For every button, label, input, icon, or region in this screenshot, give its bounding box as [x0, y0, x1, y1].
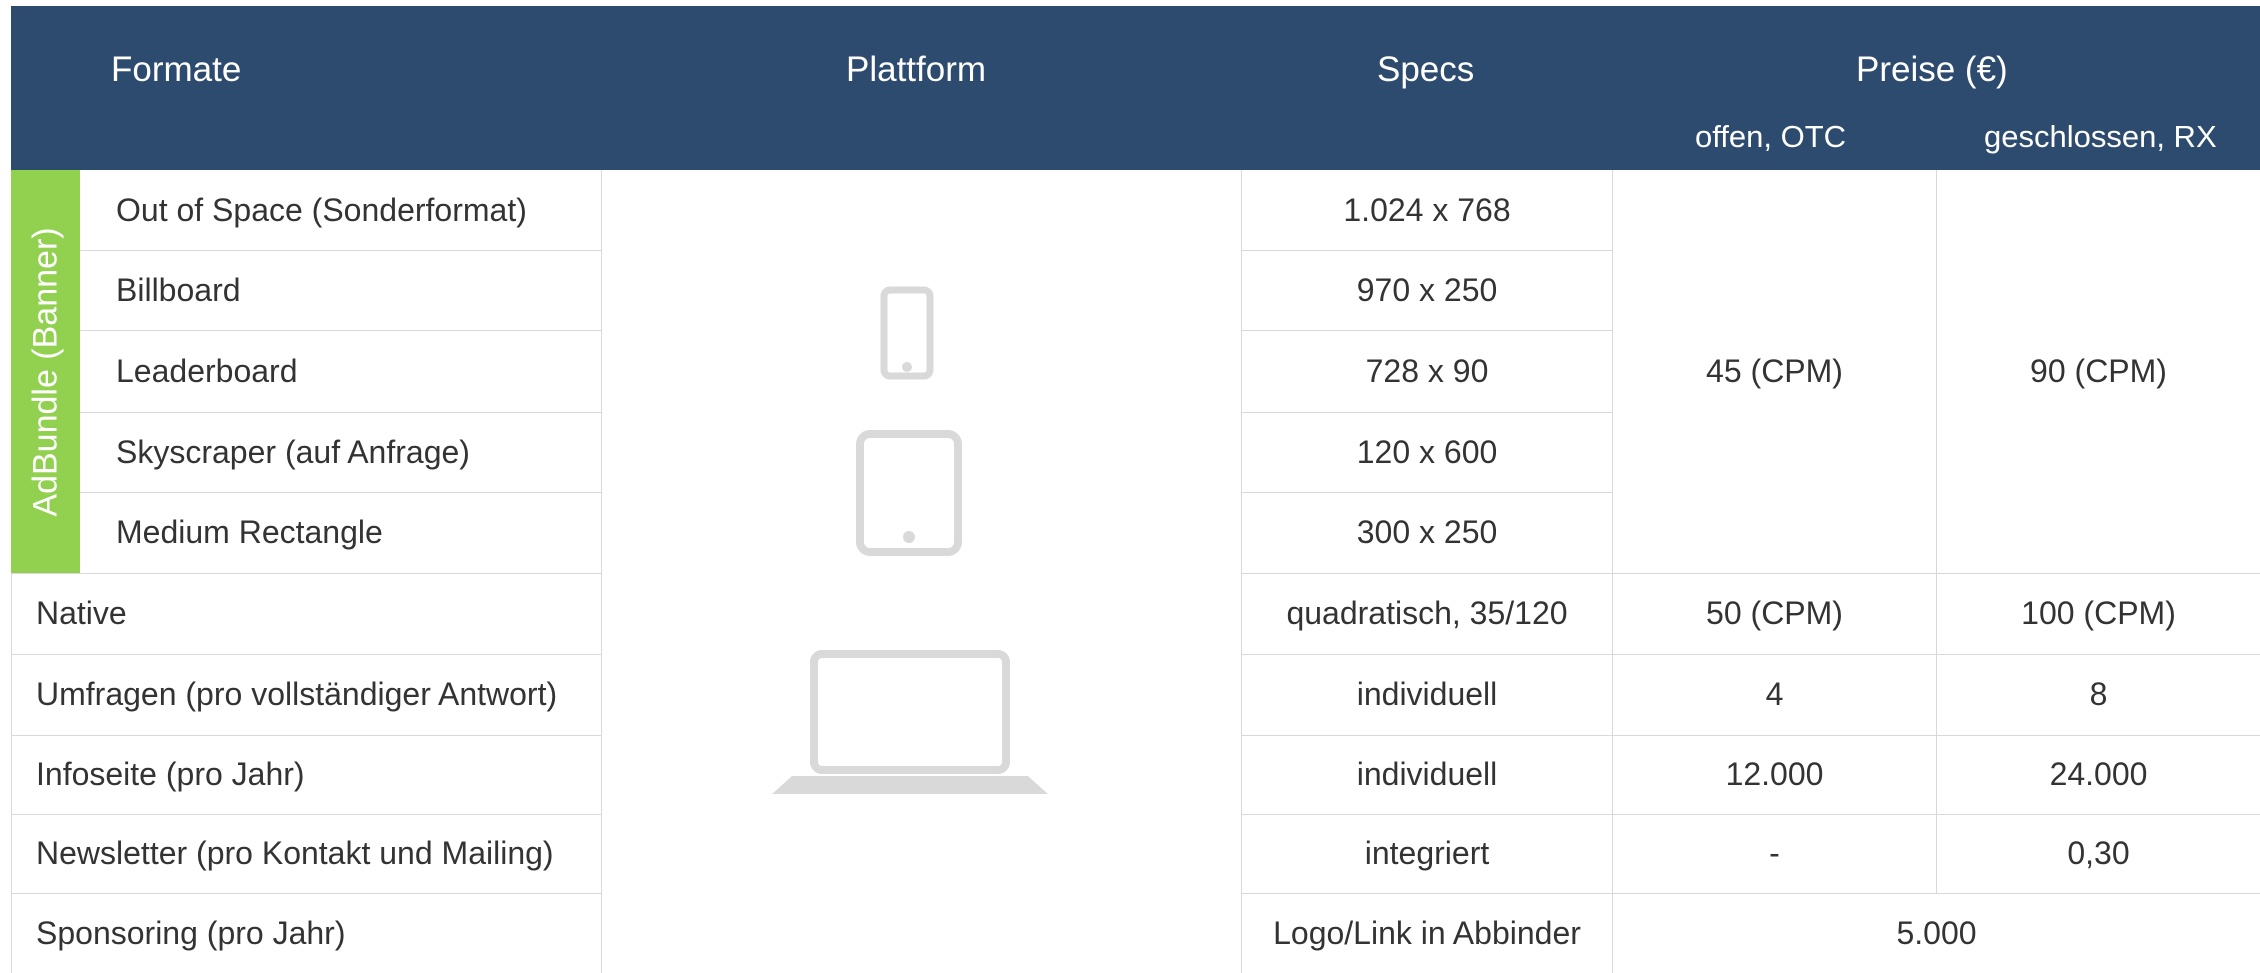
header-plattform: Plattform: [846, 50, 987, 89]
spec-cell: 120 x 600: [1356, 433, 1498, 470]
spec-cell: 300 x 250: [1356, 514, 1498, 550]
spec-cell: quadratisch, 35/120: [1286, 595, 1568, 631]
spec-cell: 728 x 90: [1365, 352, 1489, 389]
price-geschlossen-cell: 8: [2089, 676, 2108, 712]
spec-cell: integriert: [1364, 835, 1490, 871]
format-cell: Newsletter (pro Kontakt und Mailing): [36, 835, 554, 871]
spec-cell: individuell: [1356, 756, 1498, 792]
table-body: AdBundle (Banner) Out of Space (Sonderfo…: [0, 170, 2260, 973]
header-offen-otc: offen, OTC: [1695, 119, 1847, 154]
format-cell: Billboard: [116, 271, 241, 308]
price-offen-cell: -: [1769, 835, 1780, 871]
header-specs: Specs: [1377, 50, 1475, 89]
pricing-table: Formate Plattform Specs Preise (€) offen…: [0, 0, 2260, 973]
format-cell: Out of Space (Sonderformat): [116, 191, 527, 228]
spec-cell: individuell: [1356, 676, 1498, 712]
format-cell: Infoseite (pro Jahr): [36, 756, 305, 792]
price-offen-bundle: 45 (CPM): [1706, 353, 1843, 389]
adbundle-group-label: AdBundle (Banner): [26, 227, 65, 517]
header-formate: Formate: [111, 50, 242, 89]
header-geschlossen-rx: geschlossen, RX: [1984, 119, 2217, 154]
tablet-icon: [856, 430, 962, 556]
price-geschlossen-cell: 100 (CPM): [2021, 595, 2176, 631]
format-cell: Native: [36, 595, 127, 631]
format-cell: Leaderboard: [116, 352, 298, 389]
price-geschlossen-cell: 0,30: [2067, 835, 2130, 871]
format-cell: Sponsoring (pro Jahr): [36, 914, 346, 951]
spec-cell: 970 x 250: [1356, 271, 1498, 308]
format-cell: Skyscraper (auf Anfrage): [116, 433, 470, 470]
spec-cell: 1.024 x 768: [1343, 191, 1511, 228]
price-geschlossen-cell: 24.000: [2049, 756, 2148, 792]
format-cell: Umfragen (pro vollständiger Antwort): [36, 676, 558, 712]
header-preise: Preise (€): [1856, 50, 2008, 89]
price-sponsoring-merged: 5.000: [1896, 914, 1977, 951]
format-cell: Medium Rectangle: [116, 514, 383, 550]
price-offen-cell: 12.000: [1725, 756, 1824, 792]
table-header: Formate Plattform Specs Preise (€) offen…: [11, 6, 2260, 170]
price-offen-cell: 50 (CPM): [1706, 595, 1843, 631]
spec-cell: Logo/Link in Abbinder: [1273, 914, 1581, 951]
smartphone-icon: [880, 286, 934, 380]
laptop-icon: [772, 650, 1048, 794]
price-geschlossen-bundle: 90 (CPM): [2030, 353, 2167, 389]
price-offen-cell: 4: [1765, 676, 1784, 712]
